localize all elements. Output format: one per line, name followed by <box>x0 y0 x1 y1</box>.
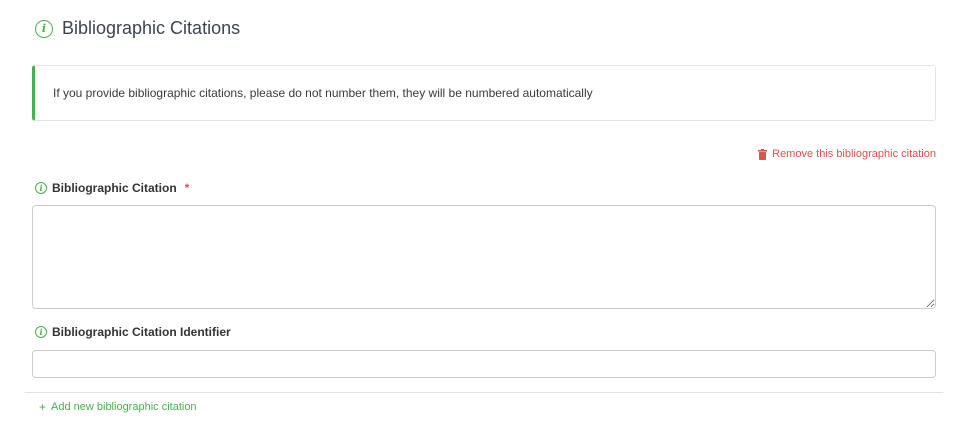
section-title: Bibliographic Citations <box>62 18 241 38</box>
section-header: i Bibliographic Citations <box>35 18 240 39</box>
divider <box>25 392 943 393</box>
identifier-input[interactable] <box>32 350 936 378</box>
remove-citation-button[interactable]: Remove this bibliographic citation <box>758 148 936 160</box>
citation-label: i Bibliographic Citation * <box>35 181 189 195</box>
identifier-label-text: Bibliographic Citation Identifier <box>52 325 231 339</box>
plus-icon: + <box>39 400 47 414</box>
identifier-label: i Bibliographic Citation Identifier <box>35 325 231 339</box>
required-marker: * <box>184 181 190 195</box>
info-notice: If you provide bibliographic citations, … <box>32 65 936 121</box>
citation-label-text: Bibliographic Citation <box>52 181 177 195</box>
remove-citation-label: Remove this bibliographic citation <box>772 148 936 160</box>
add-citation-label: Add new bibliographic citation <box>51 401 197 413</box>
trash-icon <box>758 148 768 160</box>
info-icon[interactable]: i <box>35 326 47 338</box>
citation-textarea[interactable] <box>32 205 936 309</box>
info-icon[interactable]: i <box>35 182 47 194</box>
add-citation-button[interactable]: + Add new bibliographic citation <box>39 401 197 413</box>
info-icon[interactable]: i <box>35 19 53 38</box>
notice-text: If you provide bibliographic citations, … <box>53 86 593 100</box>
